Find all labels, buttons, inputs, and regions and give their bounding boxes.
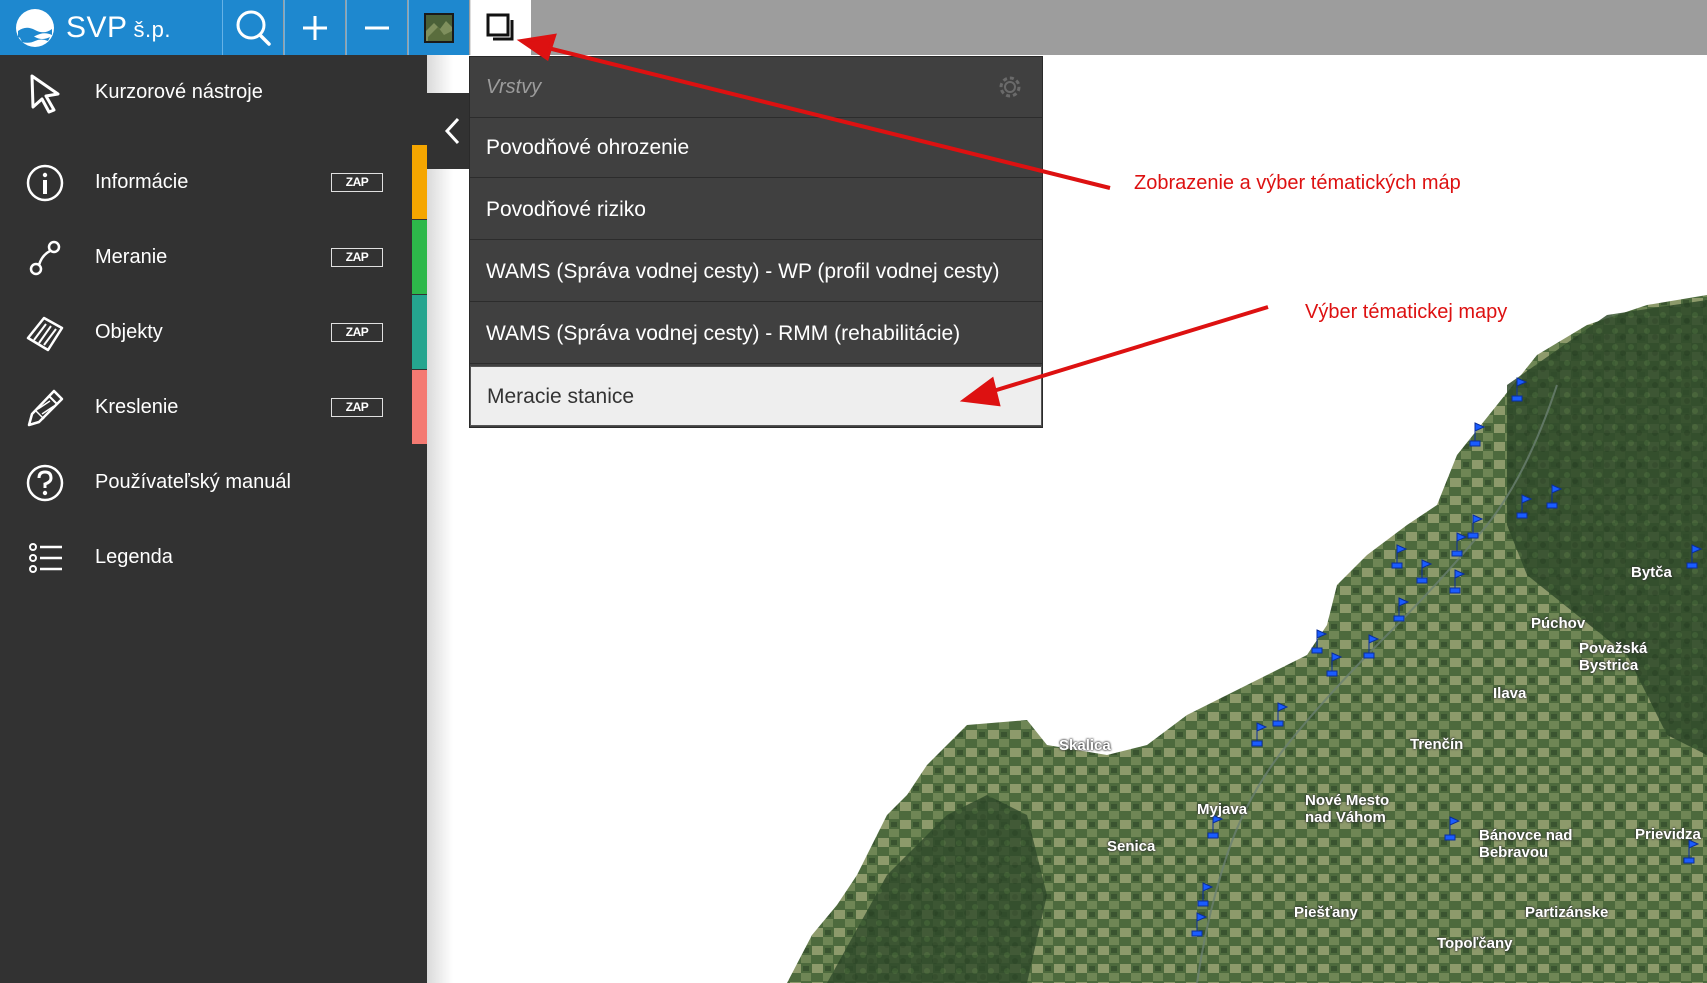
annotation-selection-note: Výber tématickej mapy xyxy=(1305,301,1508,323)
annotation-arrows xyxy=(516,33,1269,407)
arrowhead-layers xyxy=(516,33,557,62)
arrow-to-layers-button xyxy=(547,46,1111,190)
annotation-layers-note: Zobrazenie a výber tématických máp xyxy=(1134,172,1461,194)
arrow-to-selected-layer xyxy=(989,305,1269,394)
arrowhead-selected-layer xyxy=(959,376,1001,407)
